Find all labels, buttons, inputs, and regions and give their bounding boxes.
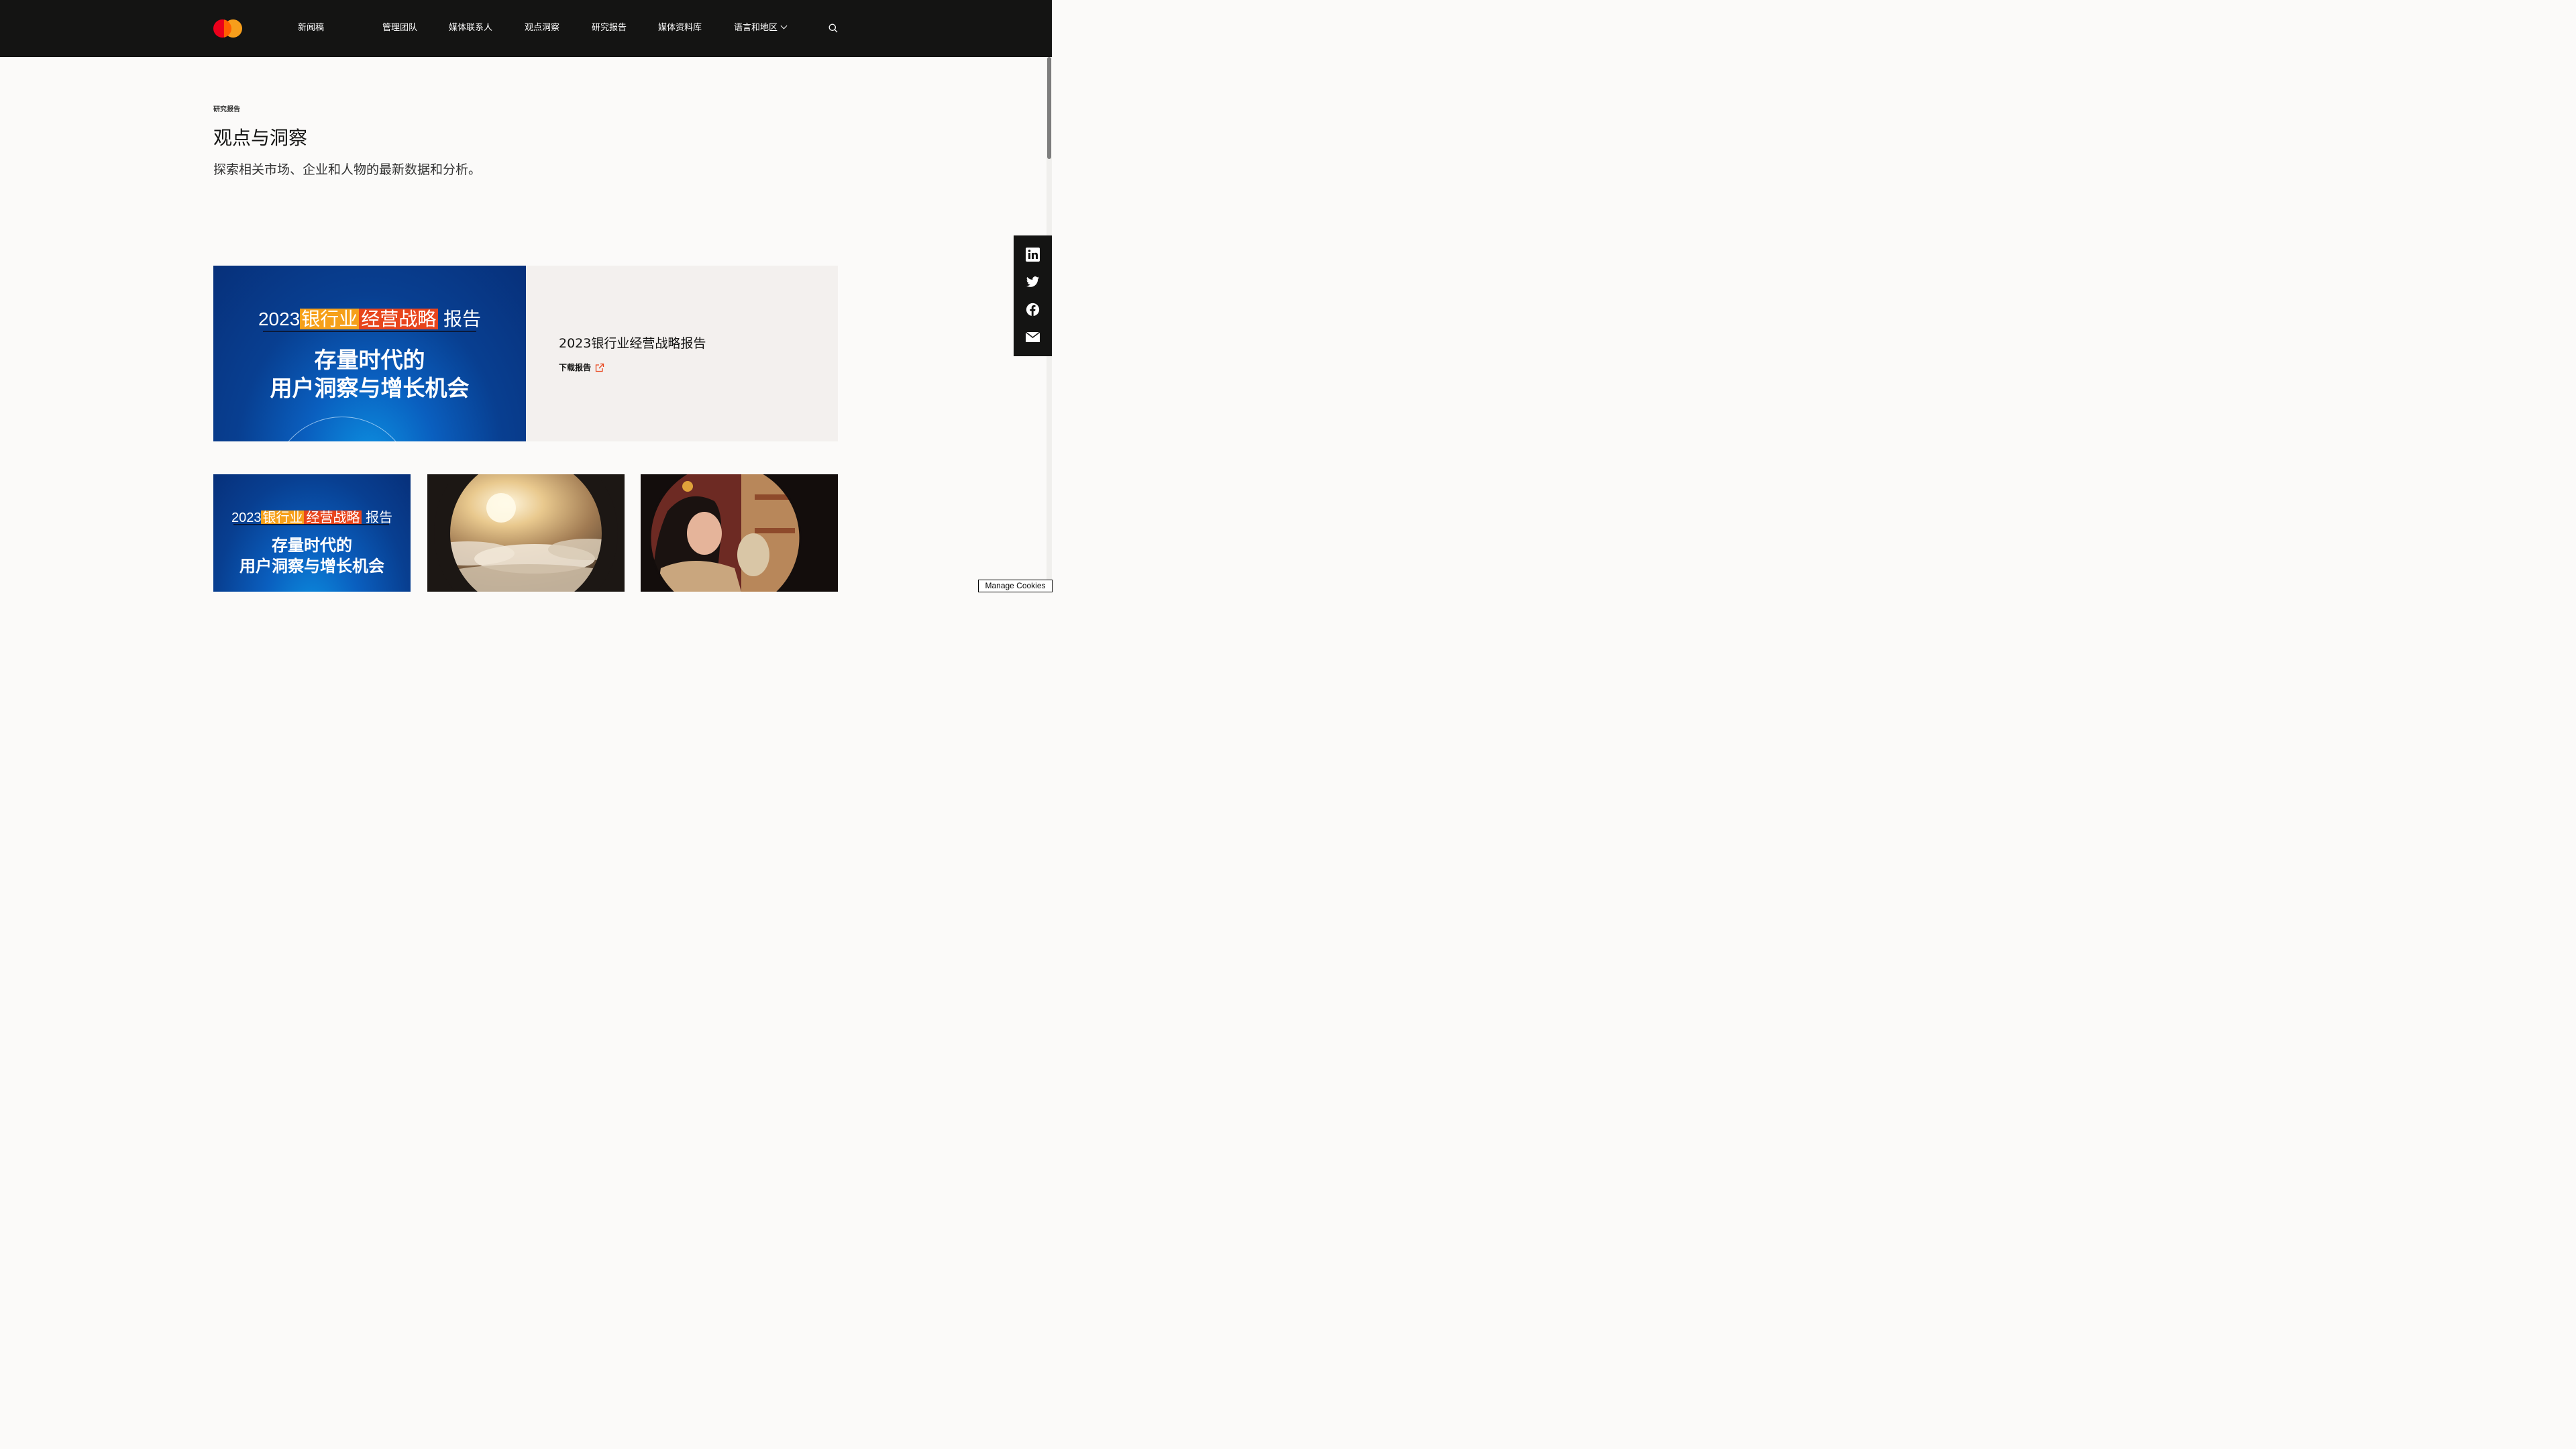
woman-shopping-image [649, 474, 802, 592]
download-report-label: 下载报告 [559, 363, 592, 372]
featured-report-title[interactable]: 2023银行业经营战略报告 [559, 333, 706, 352]
cover-highlight-b: 经营战略 [359, 309, 439, 329]
nav-item-research[interactable]: 研究报告 [592, 22, 627, 34]
linkedin-share-button[interactable] [1026, 248, 1040, 262]
facebook-share-button[interactable] [1026, 303, 1040, 317]
chevron-down-icon [780, 22, 788, 30]
report-card-clouds[interactable] [427, 474, 625, 592]
mastercard-logo[interactable] [213, 19, 243, 38]
cover-title-line: 2023银行业 经营战略 报告 [213, 305, 526, 331]
featured-report: 2023银行业 经营战略 报告 存量时代的 用户洞察与增长机会 2023银行业经营… [213, 266, 838, 441]
card-cover-line-3: 用户洞察与增长机会 [239, 557, 384, 576]
linkedin-icon [1026, 248, 1040, 262]
page-subtitle: 探索相关市场、企业和人物的最新数据和分析。 [213, 162, 482, 177]
cover-line-3: 用户洞察与增长机会 [270, 376, 470, 400]
cover-line-2: 存量时代的 [314, 347, 425, 372]
card-cover-line-2: 存量时代的 [272, 537, 352, 555]
search-icon [828, 23, 838, 33]
clouds-sunrise-image [434, 474, 618, 592]
top-navigation: 新闻稿 管理团队 媒体联系人 观点洞察 研究报告 媒体资料库 语言和地区 [0, 0, 1052, 57]
featured-report-cover[interactable]: 2023银行业 经营战略 报告 存量时代的 用户洞察与增长机会 [213, 266, 526, 441]
card-cover-title-line: 2023 银行业 经营战略 报告 [213, 506, 411, 526]
nav-item-language-region[interactable]: 语言和地区 [734, 22, 788, 34]
social-share-bar [1014, 235, 1052, 356]
card-cover-highlight-b: 经营战略 [304, 511, 362, 525]
featured-report-panel: 2023银行业经营战略报告 下载报告 [526, 266, 838, 441]
page-title: 观点与洞察 [213, 127, 308, 149]
logo-overlap [224, 19, 231, 38]
nav-item-leadership[interactable]: 管理团队 [382, 22, 417, 34]
nav-item-media-contacts[interactable]: 媒体联系人 [449, 22, 492, 34]
nav-item-press-releases[interactable]: 新闻稿 [298, 22, 324, 34]
report-card-banking[interactable]: 2023 银行业 经营战略 报告 存量时代的 用户洞察与增长机会 [213, 474, 411, 592]
cover-arc-decoration [271, 417, 413, 441]
nav-item-media-library[interactable]: 媒体资料库 [658, 22, 702, 34]
twitter-share-button[interactable] [1026, 275, 1040, 289]
card-cover-suffix: 报告 [366, 511, 393, 525]
download-report-link[interactable]: 下载报告 [559, 362, 604, 373]
card-cover-underline [233, 524, 389, 525]
email-icon [1025, 331, 1040, 342]
cover-highlight-a: 银行业 [300, 309, 360, 329]
scrollbar-thumb[interactable] [1047, 57, 1051, 159]
manage-cookies-button[interactable]: Manage Cookies [978, 580, 1053, 592]
card-cover-highlight-a: 银行业 [261, 511, 305, 525]
cover-underline [263, 331, 476, 332]
report-card-shopper[interactable] [641, 474, 838, 592]
email-share-button[interactable] [1025, 330, 1040, 344]
page-eyebrow: 研究报告 [213, 106, 240, 113]
external-link-icon [595, 363, 604, 372]
search-button[interactable] [828, 23, 839, 34]
cover-year: 2023 [258, 309, 301, 329]
facebook-icon [1026, 303, 1040, 317]
nav-item-insights[interactable]: 观点洞察 [525, 22, 559, 34]
cover-suffix: 报告 [443, 309, 482, 329]
twitter-icon [1026, 276, 1040, 287]
language-region-label: 语言和地区 [734, 23, 778, 33]
card-cover-year: 2023 [231, 511, 262, 525]
